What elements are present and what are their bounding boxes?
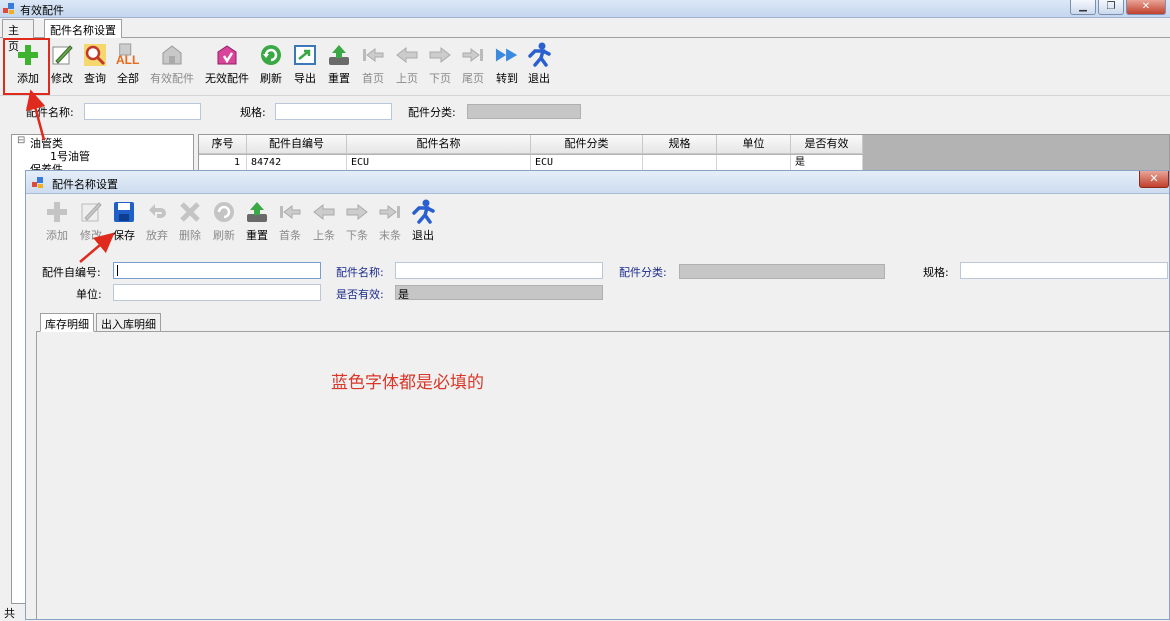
arrow-to-add-button (25, 89, 46, 141)
annotation-arrows (25, 89, 115, 263)
arrow-to-save-button (79, 232, 115, 263)
